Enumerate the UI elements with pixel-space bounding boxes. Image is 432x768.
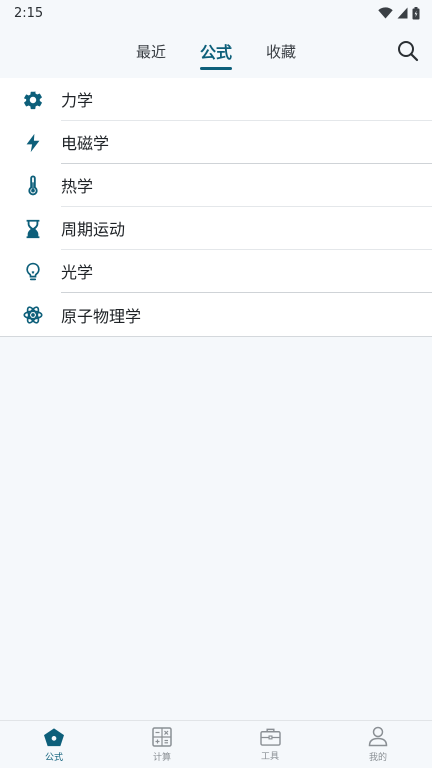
toolbox-icon [259,728,281,746]
nav-label-profile: 我的 [368,753,387,763]
nav-tools[interactable]: 工具 [216,721,324,768]
category-item-thermodynamics[interactable]: 热学 [0,164,432,207]
gear-icon [24,90,42,109]
category-label-atomic-physics: 原子物理学 [61,306,142,326]
search-icon [398,41,419,62]
category-item-periodic-motion[interactable]: 周期运动 [0,207,432,250]
category-item-optics[interactable]: 光学 [0,250,432,293]
bottom-nav: 公式 计算 工具 我的 [0,720,432,768]
category-list: 力学 电磁学 热学 周期运动 光学 原子物理学 [0,78,432,337]
category-item-mechanics[interactable]: 力学 [0,78,432,121]
status-bar: 2:15 [0,0,432,26]
nav-calculate[interactable]: 计算 [108,721,216,768]
wifi-icon [378,7,393,19]
category-label-optics: 光学 [61,250,432,293]
category-label-thermodynamics: 热学 [61,164,432,207]
category-item-electromagnetism[interactable]: 电磁学 [0,121,432,164]
tab-recent[interactable]: 最近 [136,37,166,66]
nav-formulas[interactable]: 公式 [0,721,108,768]
formula-home-icon [44,727,64,746]
nav-label-formulas: 公式 [44,752,63,763]
search-button[interactable] [396,39,420,63]
nav-label-calculate: 计算 [152,752,171,763]
top-tab-bar: 最近 公式 收藏 [0,26,432,76]
category-label-electromagnetism: 电磁学 [61,121,432,164]
category-label-mechanics: 力学 [61,78,432,121]
hourglass-icon [26,219,40,238]
user-icon [368,726,388,747]
atom-icon [23,305,43,324]
status-icons [378,6,420,20]
thermometer-icon [28,174,38,195]
tab-formulas[interactable]: 公式 [199,35,233,70]
battery-icon [412,6,420,19]
nav-profile[interactable]: 我的 [324,721,432,768]
category-item-atomic-physics[interactable]: 原子物理学 [0,293,432,336]
calculator-icon [152,726,172,747]
category-label-periodic-motion: 周期运动 [61,207,432,250]
status-time: 2:15 [14,5,44,21]
lightning-icon [26,133,40,152]
tab-favorites[interactable]: 收藏 [266,37,296,66]
lightbulb-icon [26,262,40,280]
nav-label-tools: 工具 [260,752,279,762]
cellular-icon [397,7,408,19]
